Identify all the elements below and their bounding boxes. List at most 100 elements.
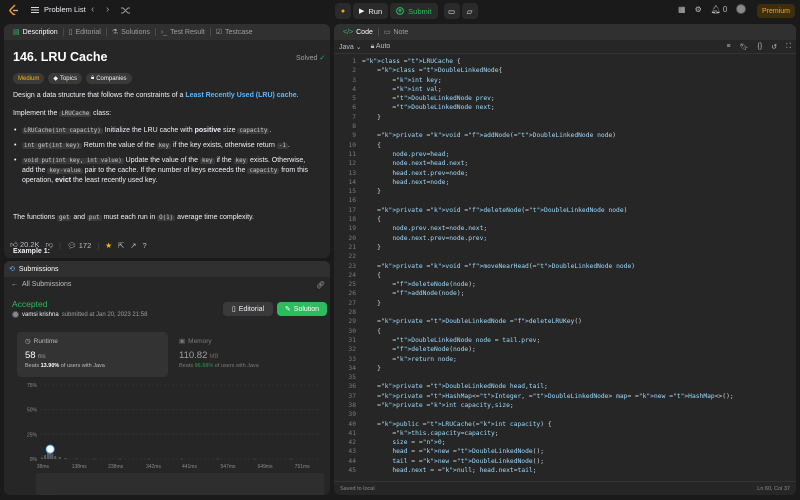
reset-icon[interactable]: ↺: [771, 43, 777, 51]
shuffle-icon[interactable]: [121, 6, 130, 15]
line-number: 37: [348, 392, 356, 400]
language-select[interactable]: Java ⌄: [339, 43, 362, 51]
runtime-value-row: 58 ms: [25, 350, 160, 361]
list-text: the least recently used key.: [71, 177, 158, 184]
code-line: node.prev.next=node.next;: [362, 225, 488, 233]
link-icon[interactable]: 🔗︎: [316, 281, 325, 289]
difficulty-badge[interactable]: Medium: [13, 73, 45, 84]
tab-testcase[interactable]: ☑ Testcase: [211, 24, 258, 40]
format-icon[interactable]: ≡: [727, 43, 731, 50]
topics-chip[interactable]: ◆ Topics: [48, 73, 82, 84]
clock-icon: ◷: [25, 338, 31, 345]
lru-cache-link[interactable]: Least Recently Used (LRU) cache: [185, 92, 296, 99]
beats-label: Beats: [179, 363, 194, 369]
layout-grid-icon[interactable]: ▦: [678, 5, 686, 14]
fullscreen-icon[interactable]: ⛶: [786, 43, 791, 51]
method-list: LRUCache(int capacity) Initialize the LR…: [13, 126, 313, 190]
feedback-button[interactable]: ▱: [461, 3, 478, 19]
dislike-icon[interactable]: 👎︎: [46, 240, 54, 250]
external-link-icon[interactable]: ↗: [130, 241, 136, 250]
code-line: head = ="k">new ="t">DoubleLinkedNode();: [362, 448, 545, 456]
check-circle-icon: ✓: [319, 55, 326, 62]
problem-list-button[interactable]: Problem List: [31, 5, 86, 14]
edit-icon: ✎: [284, 306, 291, 313]
line-number: 29: [348, 318, 356, 326]
author-name[interactable]: vamsi krishna: [22, 312, 59, 318]
line-number: 11: [348, 150, 356, 158]
braces-icon[interactable]: {}: [758, 43, 763, 50]
prev-problem-icon[interactable]: ‹: [91, 4, 94, 16]
tab-test-result[interactable]: ›_ Test Result: [156, 24, 210, 40]
y-tick-label: 75%: [27, 383, 38, 389]
description-tabs: ▤ Description ▯ Editorial ⚗ Solutions ›_ Tes…: [4, 24, 330, 40]
bug-icon: ●: [340, 7, 346, 15]
code-line: ="t">DoubleLinkedNode next;: [392, 104, 495, 112]
code-line: ="k">private ="k">int capacity,size;: [377, 401, 514, 409]
list-text: Return the value of the: [81, 142, 157, 149]
favorite-star-icon[interactable]: ★: [105, 241, 112, 250]
line-number: 39: [348, 411, 356, 419]
list-text: pair to the cache. If the number of keys…: [82, 167, 248, 174]
next-problem-icon[interactable]: ›: [106, 4, 109, 16]
line-number: 40: [348, 420, 356, 428]
problem-title: 146. LRU Cache: [13, 50, 108, 64]
tab-description[interactable]: ▤ Description: [8, 24, 63, 40]
code-line: ="k">int val;: [392, 85, 442, 93]
code-text[interactable]: ="k">class ="t">LRUCache { ="k">class ="…: [362, 57, 734, 475]
share-icon[interactable]: ⇱: [118, 241, 124, 250]
runtime-card[interactable]: ◷ Runtime 58 ms Beats 13.90% of users with…: [17, 332, 168, 377]
author-avatar: [12, 311, 19, 318]
all-submissions-link[interactable]: ← All Submissions: [11, 281, 71, 288]
tab-editorial[interactable]: ▯ Editorial: [64, 24, 106, 40]
flask-icon: ⚗: [111, 29, 119, 36]
line-number: 21: [348, 243, 356, 251]
line-number: 10: [348, 141, 356, 149]
list-item: LRUCache(int capacity) Initialize the LR…: [13, 126, 313, 136]
solution-button[interactable]: ✎ Solution: [277, 302, 327, 316]
editorial-button[interactable]: ▯ Editorial: [223, 302, 273, 316]
bookmark-icon[interactable]: 🔖︎: [740, 43, 749, 51]
lock-icon: 🔒︎: [90, 75, 95, 81]
premium-button[interactable]: Premium: [757, 4, 795, 18]
line-number: 1: [352, 58, 356, 65]
notifications-bell-icon[interactable]: 🔔︎ 0: [711, 5, 728, 14]
tab-code[interactable]: </> Code: [338, 24, 378, 40]
help-icon[interactable]: ?: [143, 241, 147, 250]
leetcode-logo-icon[interactable]: [8, 4, 20, 17]
code-line: {: [377, 271, 381, 279]
code-line: }: [377, 243, 381, 251]
tab-note[interactable]: ▭ Note: [379, 24, 413, 40]
tab-solutions[interactable]: ⚗ Solutions: [107, 24, 155, 40]
memory-card[interactable]: ▣ Memory 110.82 MB Beats 96.58% of users w…: [171, 332, 322, 377]
code-line: ="k">int key;: [392, 76, 442, 84]
companies-chip[interactable]: 🔒︎ Companies: [85, 73, 132, 84]
distribution-bar: [51, 454, 54, 459]
list-text: if the key exists, otherwise return: [171, 142, 277, 149]
line-number: 7: [352, 113, 356, 121]
list-text: Initialize the LRU cache with: [102, 127, 195, 134]
x-tick-label: 547ms: [220, 464, 236, 470]
list-text: Update the value of the: [123, 157, 201, 164]
user-avatar[interactable]: [736, 4, 747, 14]
code-line: ="k">return node;: [392, 355, 457, 363]
settings-gear-icon[interactable]: ⚙: [695, 5, 702, 14]
run-button[interactable]: ▶ Run: [353, 3, 389, 19]
list-icon: [31, 6, 39, 13]
language-label: Java: [339, 43, 354, 51]
like-button[interactable]: 👍︎ 20.2K: [10, 240, 40, 250]
debug-button[interactable]: ●: [335, 3, 351, 19]
list-text: if the: [214, 157, 234, 164]
code-line: {: [377, 327, 381, 335]
submit-button[interactable]: Submit: [390, 3, 438, 19]
submission-author: vamsi krishna submitted at Jan 20, 2023 …: [12, 311, 147, 318]
runtime-distribution-chart: 75% 50% 25% 0%38ms 138ms 238ms 342ms 441ms 547ms…: [27, 383, 324, 495]
comments-button[interactable]: 💬︎ 172: [67, 241, 91, 250]
code-line: ="k">private ="t">DoubleLinkedNode head,…: [377, 383, 548, 391]
comment-icon: 💬︎: [67, 240, 77, 250]
line-number: 30: [348, 327, 356, 335]
line-number: 45: [348, 467, 356, 475]
notes-button[interactable]: ▭: [443, 3, 460, 19]
fn-text: The functions: [13, 214, 57, 221]
code-line: ="k">class ="t">LRUCache {: [362, 58, 461, 65]
